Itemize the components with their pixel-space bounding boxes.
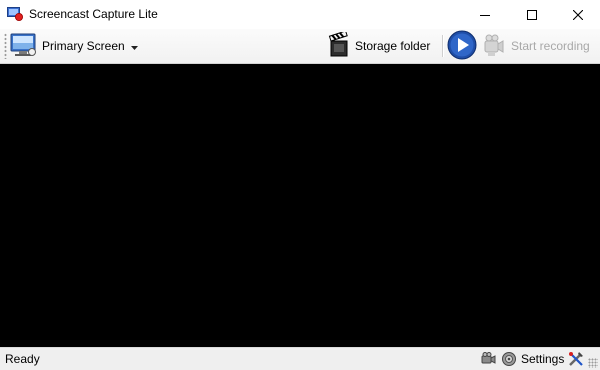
- storage-folder-label: Storage folder: [355, 39, 431, 53]
- monitor-icon: [10, 32, 38, 61]
- close-icon: [573, 9, 583, 20]
- toolbar-separator: [442, 35, 444, 57]
- window-title: Screencast Capture Lite: [29, 7, 158, 21]
- resize-grip[interactable]: [588, 358, 598, 368]
- dropdown-arrow-icon: [130, 39, 138, 53]
- start-recording-label: Start recording: [511, 39, 590, 53]
- maximize-button[interactable]: [509, 0, 555, 29]
- preview-area[interactable]: [0, 64, 600, 347]
- app-window: Screencast Capture Lite Primary Screen S…: [0, 0, 600, 370]
- play-icon: [447, 30, 477, 63]
- storage-folder-button[interactable]: Storage folder: [328, 29, 431, 61]
- start-recording-button[interactable]: Start recording: [482, 31, 590, 61]
- maximize-icon: [527, 9, 537, 20]
- toolbar: Primary Screen Storage folder Start reco…: [0, 29, 600, 64]
- disc-icon[interactable]: [501, 351, 517, 367]
- close-button[interactable]: [555, 0, 600, 29]
- status-text: Ready: [5, 352, 40, 366]
- primary-screen-dropdown[interactable]: Primary Screen: [10, 31, 138, 61]
- tools-icon: [568, 351, 584, 367]
- minimize-button[interactable]: [462, 0, 508, 29]
- clapperboard-icon: [328, 29, 351, 61]
- app-icon: [7, 7, 23, 21]
- toolbar-grip[interactable]: [4, 33, 7, 59]
- camcorder-icon: [482, 32, 506, 61]
- settings-button[interactable]: Settings: [521, 351, 584, 367]
- title-bar[interactable]: Screencast Capture Lite: [0, 0, 600, 29]
- settings-label: Settings: [521, 352, 565, 366]
- play-button[interactable]: [447, 30, 477, 63]
- webcam-icon[interactable]: [481, 351, 497, 367]
- primary-screen-label: Primary Screen: [42, 39, 125, 53]
- status-bar: Ready Settings: [0, 347, 600, 370]
- minimize-icon: [480, 14, 490, 16]
